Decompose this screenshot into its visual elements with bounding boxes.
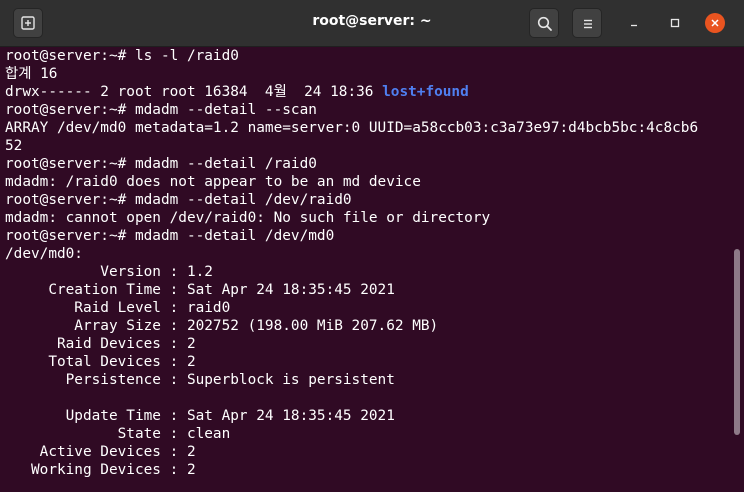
terminal-line: Working Devices : 2 — [5, 462, 196, 478]
maximize-icon — [670, 18, 680, 28]
terminal-line: Total Devices : 2 — [5, 354, 196, 370]
terminal-line: ARRAY /dev/md0 metadata=1.2 name=server:… — [5, 120, 699, 136]
terminal-line: /dev/md0: — [5, 246, 83, 262]
terminal-line: mdadm: cannot open /dev/raid0: No such f… — [5, 210, 491, 226]
terminal-line: mdadm: /raid0 does not appear to be an m… — [5, 174, 421, 190]
search-icon — [537, 16, 552, 31]
terminal-line: root@server:~# mdadm --detail --scan — [5, 102, 317, 118]
close-icon — [711, 19, 719, 27]
terminal-line: Persistence : Superblock is persistent — [5, 372, 395, 388]
terminal-line: drwx------ 2 root root 16384 4월 24 18:36… — [0, 83, 730, 101]
terminal-line: State : clean — [5, 426, 231, 442]
terminal-window: root@server: ~ root@server:~# ls -l /rai… — [0, 0, 744, 492]
terminal-output[interactable]: root@server:~# ls -l /raid0 합계 16 drwx--… — [0, 47, 730, 492]
terminal-line: Array Size : 202752 (198.00 MiB 207.62 M… — [5, 318, 439, 334]
terminal-line: Raid Level : raid0 — [5, 300, 231, 316]
directory-entry: lost+found — [382, 84, 469, 100]
terminal-line: Raid Devices : 2 — [5, 336, 196, 352]
close-button[interactable] — [705, 13, 725, 33]
terminal-line: root@server:~# mdadm --detail /dev/raid0 — [5, 192, 352, 208]
terminal-line: Version : 1.2 — [5, 264, 213, 280]
minimize-icon — [631, 24, 637, 27]
minimize-button[interactable] — [624, 13, 644, 33]
terminal-line: Active Devices : 2 — [5, 444, 196, 460]
title-bar[interactable]: root@server: ~ — [0, 0, 744, 47]
terminal-line: Update Time : Sat Apr 24 18:35:45 2021 — [5, 408, 395, 424]
scrollbar[interactable] — [730, 47, 744, 492]
search-button[interactable] — [529, 8, 559, 38]
menu-button[interactable] — [572, 8, 602, 38]
terminal-line: root@server:~# ls -l /raid0 — [5, 48, 239, 64]
maximize-button[interactable] — [665, 13, 685, 33]
hamburger-menu-icon — [584, 19, 592, 29]
scrollbar-thumb[interactable] — [734, 249, 740, 435]
terminal-line-text: drwx------ 2 root root 16384 4월 24 18:36 — [5, 84, 383, 100]
terminal-line: root@server:~# mdadm --detail /dev/md0 — [5, 228, 335, 244]
terminal-line: Creation Time : Sat Apr 24 18:35:45 2021 — [5, 282, 395, 298]
terminal-line: 52 — [5, 138, 23, 154]
terminal-line: 합계 16 — [5, 66, 58, 82]
terminal-line: root@server:~# mdadm --detail /raid0 — [5, 156, 317, 172]
